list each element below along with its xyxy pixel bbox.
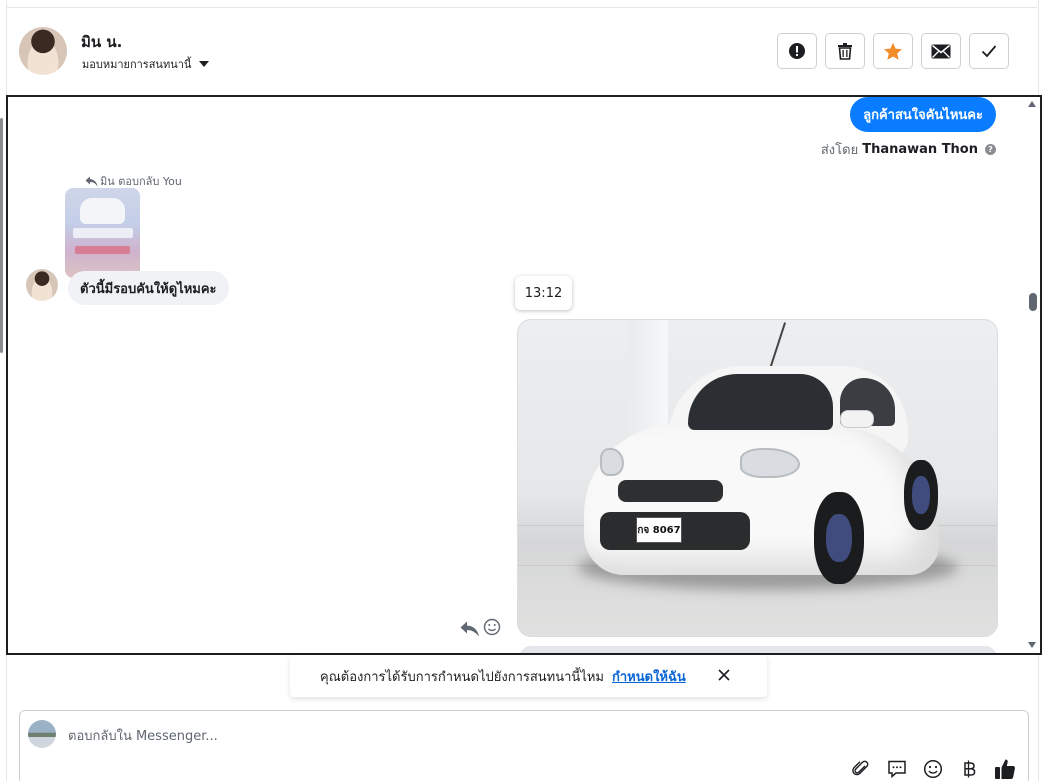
assign-dropdown[interactable]: มอบหมายการสนทนานี้ [82,55,210,73]
sent-by-info: ส่งโดย Thanawan Thon ? [821,139,996,160]
message-thread[interactable]: ลูกค้าสนใจคันไหนคะ ส่งโดย Thanawan Thon … [6,95,1042,655]
scroll-up-arrow[interactable] [1028,101,1036,107]
scrollbar-thumb[interactable] [1029,293,1037,311]
assign-prompt-text: คุณต้องการได้รับการกำหนดไปยังการสนทนานี้… [320,669,604,685]
timestamp-tooltip: 13:12 [515,276,572,310]
emoji-icon[interactable] [922,758,944,780]
chevron-down-icon [199,61,210,67]
report-button[interactable] [777,33,817,69]
delete-button[interactable] [825,33,865,69]
contact-name[interactable]: มิน น. [81,30,122,54]
paperclip-icon[interactable] [850,758,872,780]
mark-unread-button[interactable] [921,33,961,69]
check-icon [981,45,997,58]
assign-label: มอบหมายการสนทนานี้ [82,58,192,71]
emoji-react-icon[interactable] [483,618,501,641]
reply-icon[interactable] [460,621,480,642]
outgoing-message[interactable]: ลูกค้าสนใจคันไหนคะ [850,97,996,132]
scroll-down-arrow[interactable] [1028,642,1036,648]
reply-input[interactable]: ตอบกลับใน Messenger... [68,725,218,746]
left-scrollbar[interactable] [0,118,3,353]
saved-reply-icon[interactable] [886,758,908,780]
trash-icon [838,43,852,60]
assign-prompt-banner: คุณต้องการได้รับการกำหนดไปยังการสนทนานี้… [290,655,767,697]
help-icon[interactable]: ? [985,144,996,155]
incoming-message[interactable]: ตัวนี้มีรอบคันให้ดูไหมคะ [68,271,229,305]
thumbs-up-icon[interactable] [994,758,1016,780]
mark-done-button[interactable] [969,33,1009,69]
contact-avatar[interactable] [19,27,67,75]
baht-icon[interactable] [958,758,980,780]
license-plate: กจ 8067 [636,517,682,543]
message-composer: ตอบกลับใน Messenger... [19,710,1029,781]
inbox-page: มิน น. มอบหมายการสนทนานี้ ลูกค้าสนใจคันไ… [0,0,1044,781]
conversation-header: มิน น. มอบหมายการสนทนานี้ [7,8,1037,94]
page-avatar [28,720,56,748]
assign-to-me-link[interactable]: กำหนดให้ฉัน [612,666,686,687]
reply-arrow-icon [85,176,98,186]
star-button[interactable] [873,33,913,69]
composer-tools [850,758,1016,780]
alert-icon [789,43,805,59]
star-icon [884,42,902,60]
header-actions [777,33,1009,69]
next-message-preview [519,646,997,653]
car-photo-attachment[interactable]: กจ 8067 [517,319,998,637]
sent-by-prefix: ส่งโดย [820,143,859,158]
replied-image-thumbnail[interactable] [65,188,140,278]
contact-avatar-small[interactable] [26,269,58,301]
envelope-icon [931,44,951,58]
sender-name: Thanawan Thon [862,142,978,157]
close-icon[interactable] [716,667,732,683]
